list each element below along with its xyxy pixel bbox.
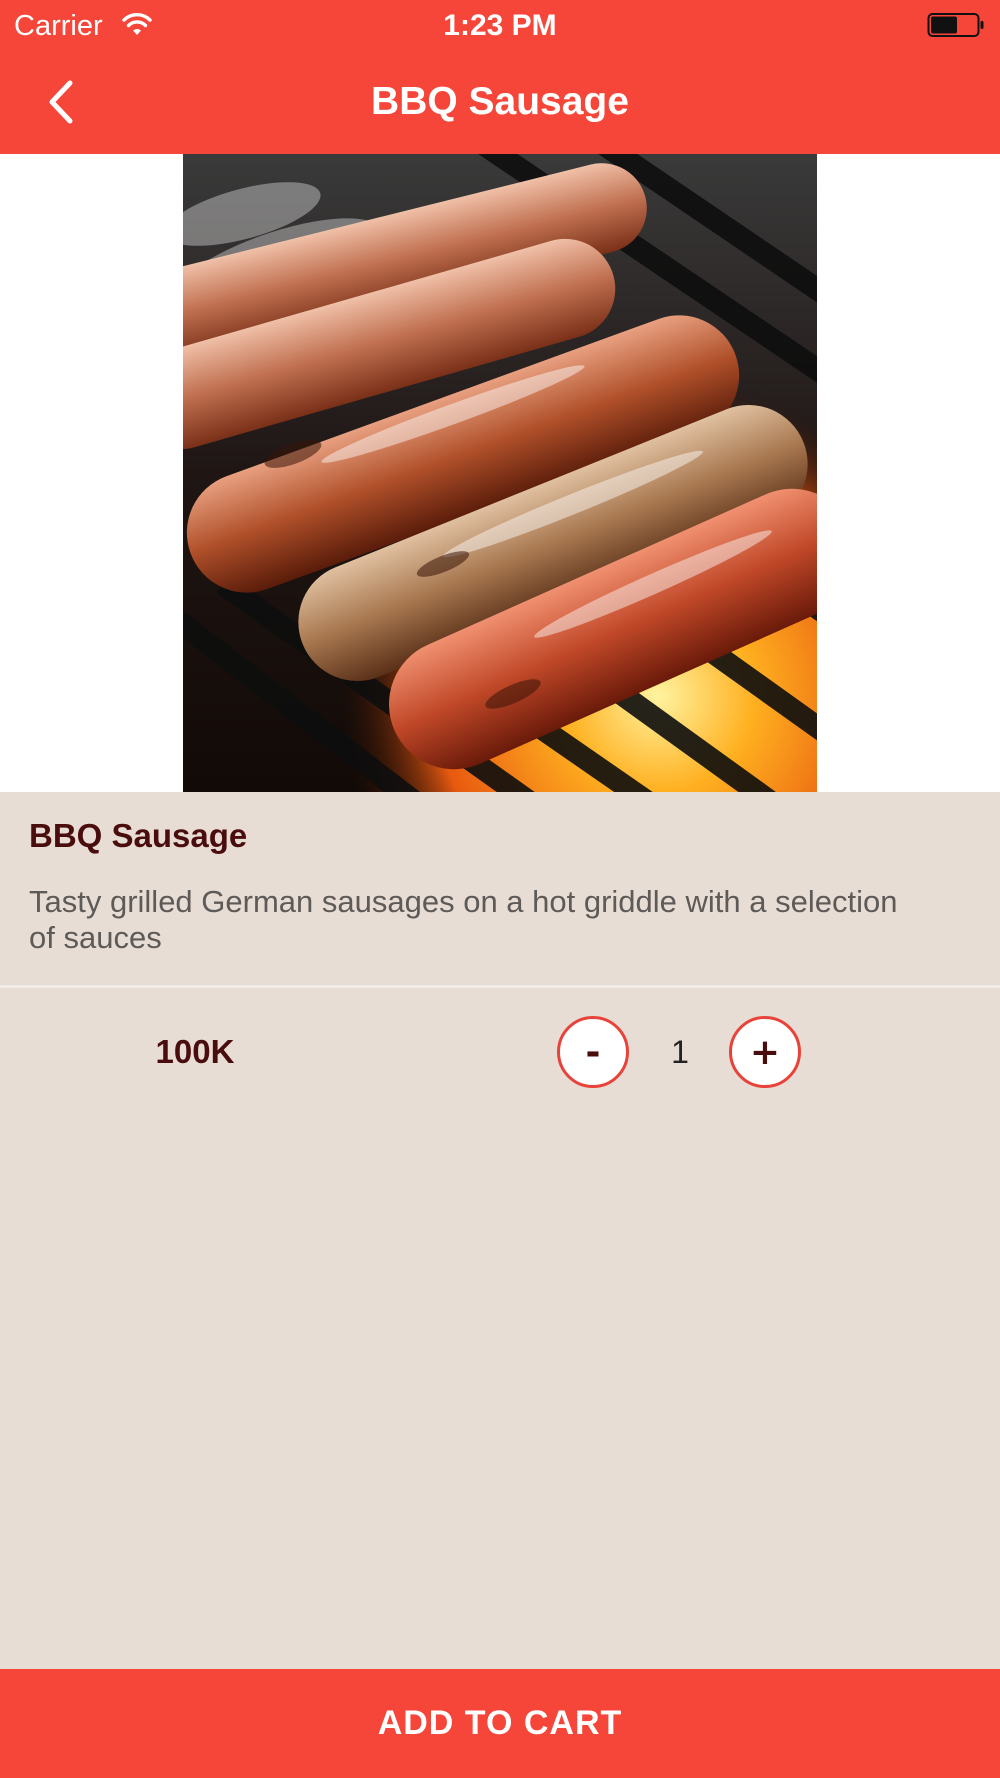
page-title: BBQ Sausage [371, 80, 629, 123]
product-image-area [0, 154, 1000, 792]
product-description: Tasty grilled German sausages on a hot g… [29, 884, 898, 955]
back-button[interactable] [30, 70, 94, 134]
nav-bar: BBQ Sausage [0, 52, 1000, 154]
quantity-increase-button[interactable]: + [729, 1016, 801, 1088]
product-name: BBQ Sausage [29, 817, 248, 854]
product-image [183, 154, 817, 792]
chevron-left-icon [49, 80, 73, 124]
battery-icon [927, 13, 984, 37]
product-price: 100K [155, 1033, 235, 1070]
quantity-decrease-button[interactable]: - [557, 1016, 629, 1088]
product-info: BBQ Sausage Tasty grilled German sausage… [0, 792, 1000, 985]
status-bar: Carrier 1:23 PM [0, 0, 1000, 52]
header: Carrier 1:23 PM BBQ Sausage [0, 0, 1000, 154]
add-to-cart-button[interactable]: ADD TO CART [0, 1669, 1000, 1778]
status-time: 1:23 PM [443, 9, 557, 42]
quantity-value: 1 [671, 1034, 689, 1070]
grilled-sausages-image [183, 154, 817, 792]
divider [0, 985, 1000, 988]
product-detail-screen: Carrier 1:23 PM BBQ Sausage BBQ Sausage … [0, 0, 1000, 1778]
